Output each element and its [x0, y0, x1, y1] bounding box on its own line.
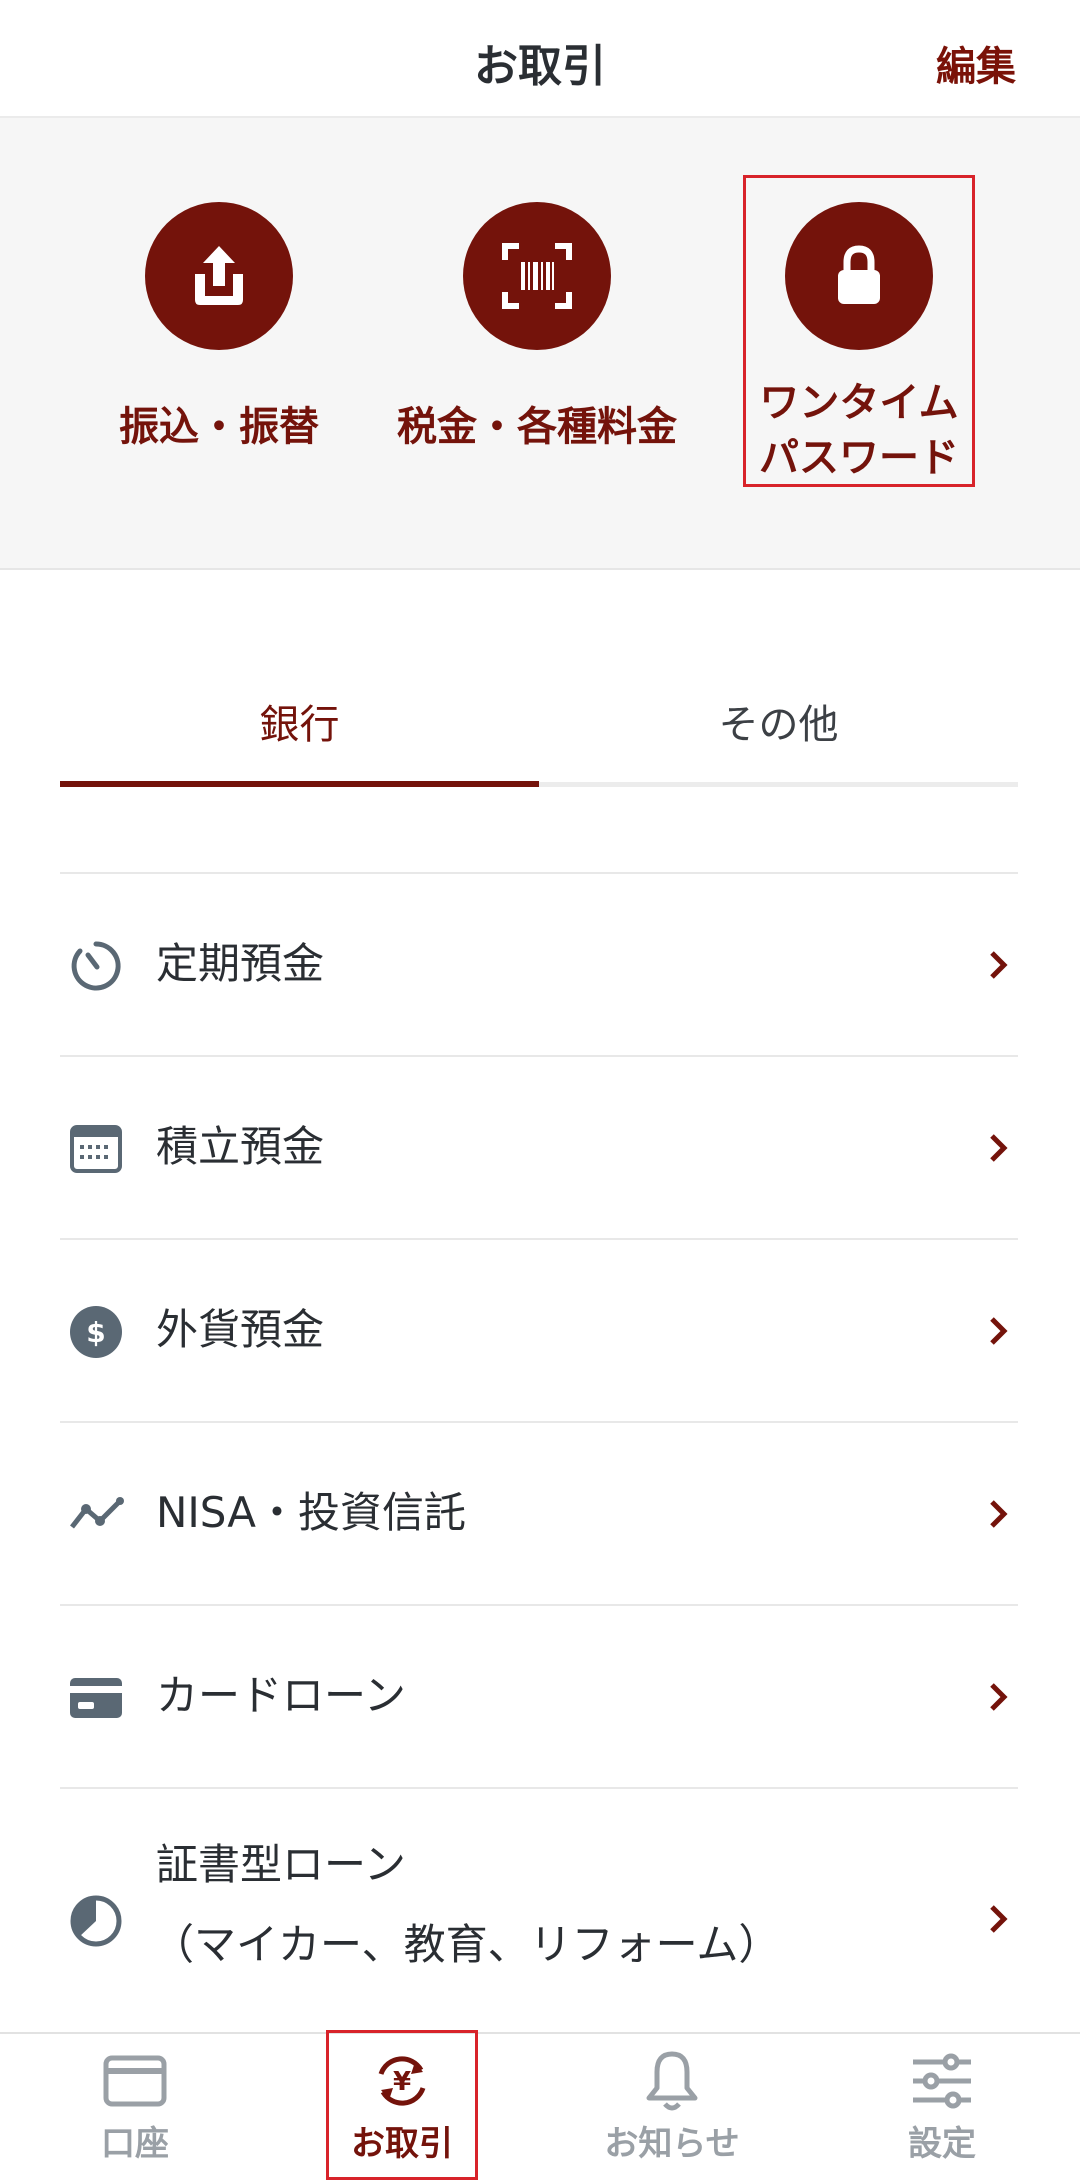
- bell-icon: [646, 2051, 698, 2111]
- calendar-icon: [70, 1125, 122, 1173]
- chevron-right-icon: [990, 1317, 1008, 1345]
- dollar-coin-icon: $: [70, 1306, 122, 1358]
- chevron-right-icon: [990, 1683, 1008, 1711]
- otp-highlight-box: [743, 175, 975, 487]
- header-bar: お取引 編集: [0, 0, 1080, 118]
- nav-accounts-label: 口座: [101, 2124, 169, 2164]
- nav-highlight-box: [326, 2030, 478, 2180]
- timer-icon: [71, 941, 121, 991]
- list-item-label: 定期預金: [156, 939, 325, 988]
- list-item-foreign-currency-deposit[interactable]: $ 外貨預金: [60, 1238, 1018, 1422]
- page-title: お取引: [474, 41, 606, 92]
- list-item-certificate-loan[interactable]: 証書型ローン （マイカー、教育、リフォーム）: [60, 1787, 1018, 2034]
- nav-notifications[interactable]: お知らせ: [537, 2034, 807, 2179]
- list-item-card-loan[interactable]: カードローン: [60, 1604, 1018, 1788]
- list-item-label-line2: （マイカー、教育、リフォーム）: [152, 1920, 781, 1969]
- upload-icon: [145, 202, 293, 350]
- sliders-icon: [913, 2053, 971, 2109]
- svg-text:$: $: [86, 1316, 105, 1349]
- tab-bank[interactable]: 銀行: [60, 690, 539, 788]
- tax-payment-label: 税金・各種料金: [397, 404, 677, 450]
- list-item-label: カードローン: [156, 1671, 406, 1720]
- category-tabs: 銀行 その他: [60, 690, 1018, 788]
- card-icon: [103, 2055, 167, 2107]
- barcode-scan-icon: [463, 202, 611, 350]
- chevron-right-icon: [990, 1134, 1008, 1162]
- chevron-right-icon: [990, 1905, 1008, 1933]
- tab-active-indicator: [60, 781, 539, 787]
- transfer-label: 振込・振替: [119, 404, 319, 450]
- credit-card-icon: [70, 1678, 122, 1718]
- quick-actions-panel: 振込・振替 税金・各種料金 ワンタイム パスワード: [0, 118, 1080, 570]
- list-item-label: 積立預金: [156, 1122, 325, 1171]
- nav-notifications-label: お知らせ: [604, 2124, 740, 2164]
- bottom-navigation: 口座 ¥ お取引 お知らせ 設定: [0, 2030, 1080, 2180]
- list-item-installment-deposit[interactable]: 積立預金: [60, 1055, 1018, 1239]
- list-item-label: NISA・投資信託: [156, 1488, 466, 1537]
- nav-settings[interactable]: 設定: [807, 2034, 1077, 2179]
- trend-line-icon: [70, 1497, 124, 1529]
- list-item-label-line1: 証書型ローン: [156, 1840, 406, 1889]
- tab-other[interactable]: その他: [539, 690, 1018, 788]
- chevron-right-icon: [990, 1500, 1008, 1528]
- list-item-time-deposit[interactable]: 定期預金: [60, 872, 1018, 1056]
- chevron-right-icon: [990, 951, 1008, 979]
- pie-half-icon: [70, 1895, 122, 1947]
- nav-settings-label: 設定: [908, 2124, 976, 2164]
- list-item-nisa-investment-trust[interactable]: NISA・投資信託: [60, 1421, 1018, 1605]
- nav-accounts[interactable]: 口座: [0, 2034, 270, 2179]
- edit-button[interactable]: 編集: [936, 34, 1016, 92]
- list-item-label: 外貨預金: [156, 1305, 325, 1354]
